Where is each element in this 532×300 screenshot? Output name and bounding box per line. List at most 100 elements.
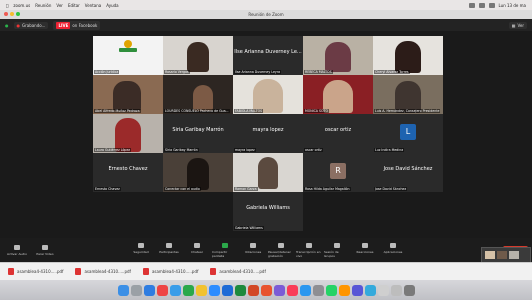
stop-video-button[interactable]: Parar Video: [32, 244, 58, 256]
document-icon[interactable]: [377, 284, 389, 296]
photos-icon[interactable]: [260, 284, 272, 296]
stop-video-label: Parar Video: [36, 251, 54, 256]
participant-tile[interactable]: FABIOLA MALTOS: [233, 75, 303, 114]
polls-label: Votaciones: [244, 249, 262, 254]
minimize-window-button[interactable]: [10, 12, 14, 16]
recording-label: Grabando...: [22, 22, 46, 28]
mail-icon[interactable]: [169, 284, 181, 296]
pdf-icon: [210, 268, 217, 275]
share-label: Compartir pantalla: [212, 249, 228, 258]
launchpad-icon[interactable]: [130, 284, 142, 296]
recording-button[interactable]: Pausar/detener grabación: [268, 242, 294, 258]
podcasts-icon[interactable]: [273, 284, 285, 296]
document-icon[interactable]: [390, 284, 402, 296]
participant-name: Gabriela Williams: [234, 226, 264, 230]
download-item[interactable]: asamblea4-4310.....pdf: [75, 268, 131, 275]
music-icon[interactable]: [286, 284, 298, 296]
people-icon: [166, 242, 172, 248]
maximize-window-button[interactable]: [16, 12, 20, 16]
finder-icon[interactable]: [117, 284, 129, 296]
apps-button[interactable]: Aplicaciones: [380, 242, 406, 258]
view-button[interactable]: ▦ Ver: [508, 21, 527, 29]
download-item[interactable]: asamblea4-4310.....pdf: [8, 268, 63, 275]
powerpoint-icon[interactable]: [247, 284, 259, 296]
apple-icon[interactable]: : [6, 3, 8, 8]
participant-name: Rosa Hilda Aguilar Magallón: [304, 187, 351, 191]
participant-name: MÓNICA SOTO: [304, 109, 329, 113]
wifi-icon[interactable]: [478, 2, 485, 8]
participant-tile[interactable]: Luis A. Hernández, Consejero Presidente: [373, 75, 443, 114]
calendar-icon[interactable]: [338, 284, 350, 296]
excel-icon[interactable]: [234, 284, 246, 296]
status-icon[interactable]: [468, 2, 475, 8]
share-screen-button[interactable]: Compartir pantalla: [212, 242, 238, 258]
video-thumb: [497, 251, 507, 259]
menu-item-edit[interactable]: Editar: [68, 3, 80, 8]
participant-tile[interactable]: Acción Jurídica: [93, 36, 163, 75]
shield-icon: [138, 242, 144, 248]
live-indicator[interactable]: LIVE on Facebook: [53, 20, 101, 30]
shield-icon[interactable]: ●: [5, 23, 9, 28]
teams-icon[interactable]: [351, 284, 363, 296]
download-item[interactable]: asamblea4-4310.....pdf: [142, 268, 199, 275]
notes-icon[interactable]: [195, 284, 207, 296]
participant-video: [115, 118, 141, 152]
polls-button[interactable]: Votaciones: [240, 242, 266, 258]
smile-icon: [362, 242, 368, 248]
participant-tile[interactable]: mayra lopez mayra lopez: [233, 114, 303, 153]
live-transcript-button[interactable]: Transcripción en vivo: [296, 242, 322, 258]
breakout-rooms-button[interactable]: Sesión de Grupos: [324, 242, 350, 258]
participant-name: FABIOLA MALTOS: [234, 109, 264, 113]
unmute-button[interactable]: Activar Audio: [4, 244, 30, 256]
safari-icon[interactable]: [143, 284, 155, 296]
settings-icon[interactable]: [312, 284, 324, 296]
participant-tile[interactable]: R Rosa Hilda Aguilar Magallón: [303, 153, 373, 192]
participant-tile[interactable]: Ramon Garza: [233, 153, 303, 192]
participant-tile[interactable]: Siria Garibay Marrón Siria Garibay Marró…: [163, 114, 233, 153]
video-thumb: [485, 251, 495, 259]
participant-tile[interactable]: Conectar con el audio: [163, 153, 233, 192]
participant-tile[interactable]: Rosario Vergas: [163, 36, 233, 75]
battery-icon[interactable]: [488, 2, 495, 8]
participant-tile[interactable]: Jose David Sánchez Jose David Sánchez: [373, 153, 443, 192]
menu-item-help[interactable]: Ayuda: [106, 3, 118, 8]
participant-tile[interactable]: oscar ortiz oscar ortiz: [303, 114, 373, 153]
files-icon[interactable]: [364, 284, 376, 296]
participants-button[interactable]: Participantes: [156, 242, 182, 258]
transcript-label: Transcripción en vivo: [296, 249, 321, 258]
whatsapp-icon[interactable]: [325, 284, 337, 296]
chat-label: Chatear: [191, 249, 203, 254]
security-button[interactable]: Seguridad: [128, 242, 154, 258]
word-icon[interactable]: [221, 284, 233, 296]
pdf-icon: [8, 268, 14, 275]
participant-name: LOURDES CONSUELO Pacheco de Gua...: [164, 109, 230, 113]
download-item[interactable]: asamblea4-4310.....pdf: [210, 268, 266, 275]
participant-tile[interactable]: REBECA MALTOS: [303, 36, 373, 75]
menu-item-meeting[interactable]: Reunión: [35, 3, 51, 8]
participant-tile[interactable]: Gabriela Williams Gabriela Williams: [233, 192, 303, 231]
appstore-icon[interactable]: [299, 284, 311, 296]
participant-tile[interactable]: LOURDES CONSUELO Pacheco de Gua...: [163, 75, 233, 114]
zoom-icon[interactable]: [208, 284, 220, 296]
participant-tile[interactable]: Abel Alfredo Muñoz Pedraza: [93, 75, 163, 114]
video-thumb: [509, 251, 519, 259]
menu-item-app[interactable]: zoom.us: [13, 3, 30, 8]
chat-button[interactable]: Chatear: [184, 242, 210, 258]
participant-tile[interactable]: MÓNICA SOTO: [303, 75, 373, 114]
participant-name: Acción Jurídica: [94, 70, 120, 74]
menu-item-window[interactable]: Ventana: [85, 3, 101, 8]
messages-icon[interactable]: [182, 284, 194, 296]
download-filename: asamblea4-4310.....pdf: [151, 269, 199, 274]
participant-tile[interactable]: Cheryl Alvarez Torres: [373, 36, 443, 75]
reactions-button[interactable]: Reacciones: [352, 242, 378, 258]
recording-indicator[interactable]: ● Grabando...: [13, 21, 49, 29]
participant-name: Ramon Garza: [234, 187, 258, 191]
menu-item-view[interactable]: Ver: [56, 3, 63, 8]
participant-tile[interactable]: Ilse Arianna Duverney Le... Ilse Arianna…: [233, 36, 303, 75]
trash-icon[interactable]: [403, 284, 415, 296]
participant-tile[interactable]: Ernesto Chavez Ernesto Chavez: [93, 153, 163, 192]
participant-tile[interactable]: Laura Gutiérrez López: [93, 114, 163, 153]
close-window-button[interactable]: [4, 12, 8, 16]
chrome-icon[interactable]: [156, 284, 168, 296]
participant-tile[interactable]: L Luz Indira Medina: [373, 114, 443, 153]
